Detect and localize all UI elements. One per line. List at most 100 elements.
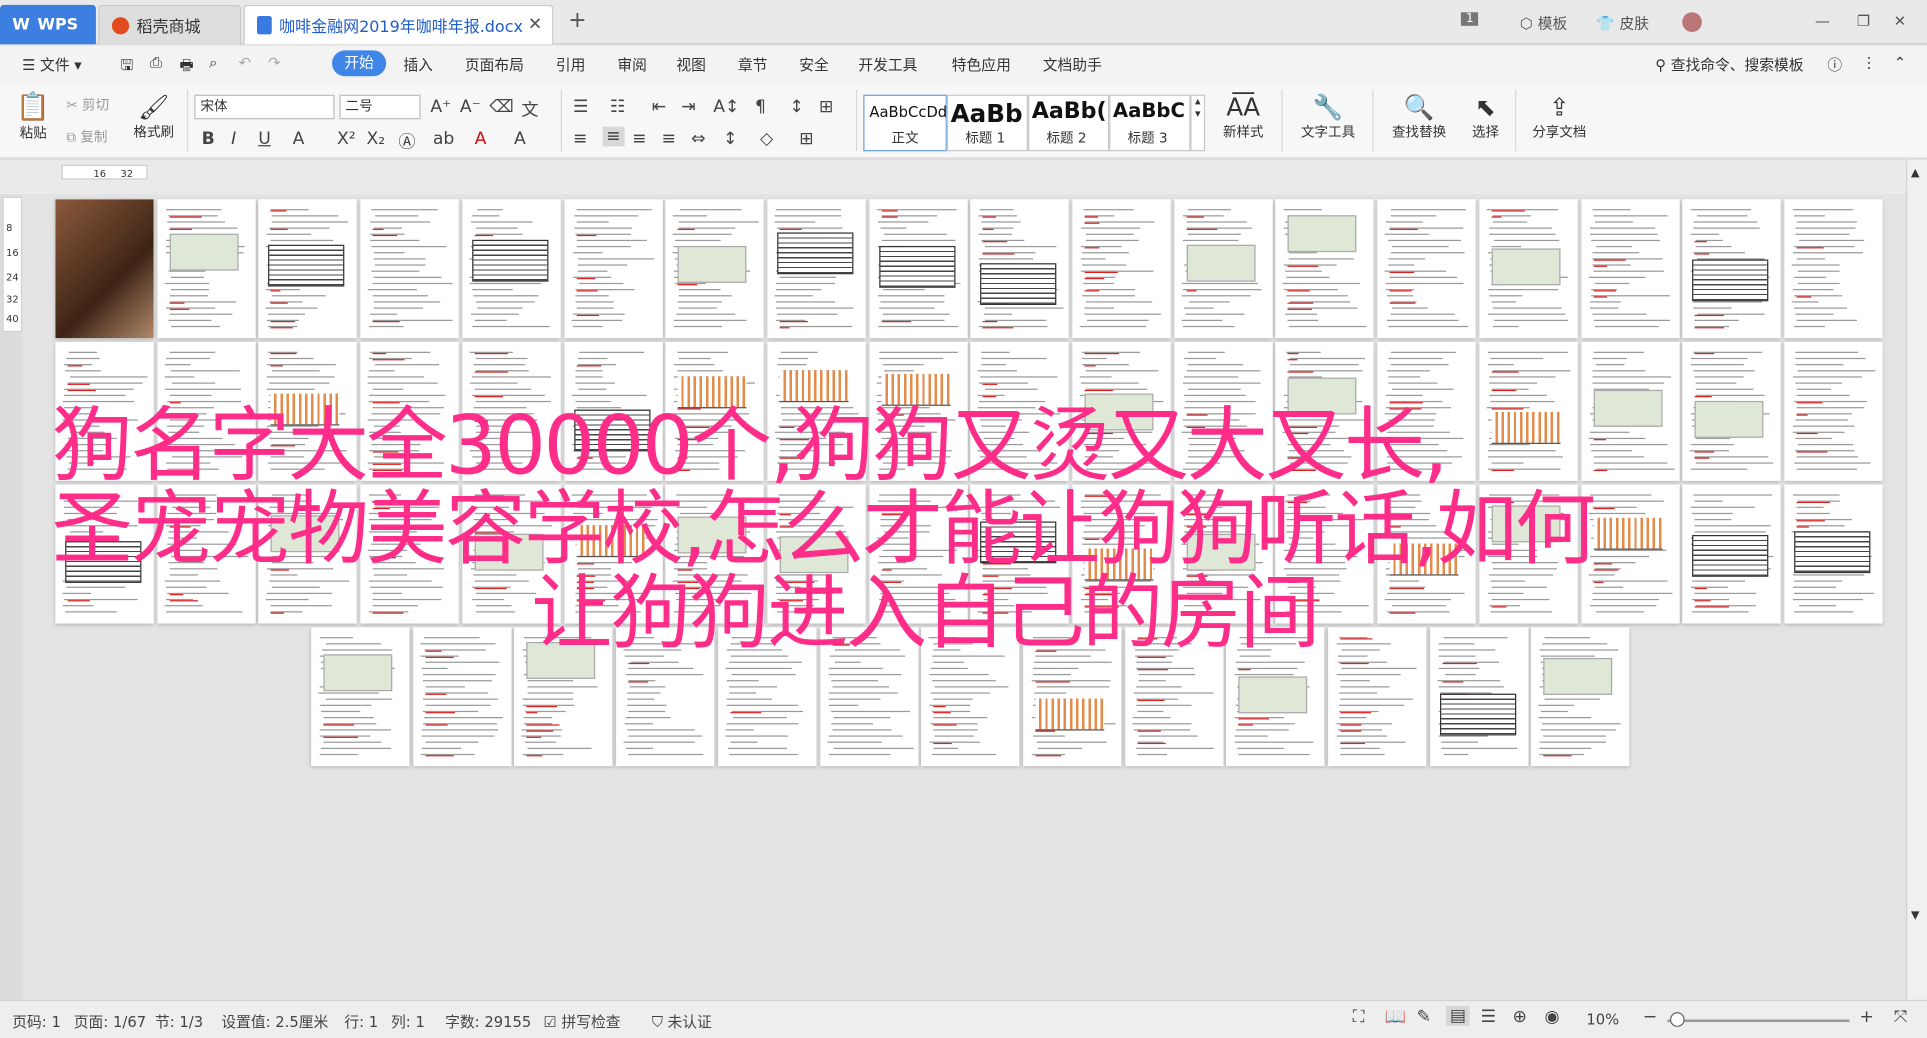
- text-line: [168, 431, 199, 433]
- spell-underline: [1694, 352, 1715, 355]
- text-line: [1591, 592, 1672, 595]
- page-view-icon[interactable]: ▤: [1446, 1006, 1470, 1026]
- page-thumbnail: [1173, 341, 1273, 481]
- web-view-icon[interactable]: ⊕: [1513, 1007, 1527, 1027]
- text-line: [1487, 456, 1563, 458]
- scroll-up-icon[interactable]: ▲: [1911, 167, 1920, 179]
- spell-underline: [982, 587, 1013, 590]
- spell-underline: [881, 414, 904, 416]
- zoom-in-icon[interactable]: +: [1859, 1007, 1873, 1027]
- spell-underline: [372, 402, 400, 404]
- text-line: [730, 655, 788, 657]
- page-thumbnail: [868, 484, 968, 624]
- text-line: [1186, 580, 1213, 582]
- text-line: [1387, 319, 1459, 321]
- spell-underline: [67, 600, 90, 602]
- status-words[interactable]: 字数: 29155: [445, 1011, 531, 1032]
- text-line: [1594, 221, 1633, 223]
- text-line: [1491, 543, 1519, 545]
- page-thumbnail: [412, 627, 512, 767]
- text-line: [1794, 307, 1847, 309]
- spell-check-button[interactable]: ☑ 拼写检查: [544, 1011, 621, 1032]
- text-line: [473, 407, 527, 409]
- status-col[interactable]: 列: 1: [391, 1011, 425, 1032]
- fit-page-icon[interactable]: ⤧: [1894, 1007, 1908, 1027]
- text-line: [626, 673, 704, 676]
- certification-status[interactable]: ⛉ 未认证: [652, 1011, 712, 1032]
- page-thumbnail: [1377, 199, 1476, 339]
- zoom-level[interactable]: 10%: [1586, 1011, 1619, 1028]
- zoom-slider[interactable]: [1667, 1019, 1850, 1023]
- status-row[interactable]: 行: 1: [344, 1011, 378, 1032]
- text-line: [1287, 506, 1327, 508]
- text-line: [1290, 462, 1349, 464]
- text-line: [1188, 443, 1216, 446]
- text-line: [571, 494, 647, 496]
- text-line: [1239, 655, 1271, 657]
- text-line: [1797, 282, 1840, 285]
- text-line: [1084, 611, 1116, 613]
- status-page[interactable]: 页面: 1/67: [74, 1011, 146, 1032]
- text-line: [1490, 357, 1544, 360]
- text-line: [882, 450, 952, 452]
- text-line: [471, 325, 550, 328]
- map-image: [677, 245, 747, 283]
- text-line: [369, 431, 402, 433]
- text-line: [1588, 574, 1614, 576]
- text-line: [828, 735, 902, 737]
- page-thumbnail: [970, 199, 1069, 339]
- bar-chart-image: [1084, 548, 1154, 581]
- reading-mode-icon[interactable]: 📖: [1385, 1007, 1406, 1027]
- text-line: [574, 295, 609, 297]
- text-line: [576, 245, 631, 248]
- text-line: [272, 494, 307, 496]
- text-line: [628, 735, 703, 737]
- text-line: [66, 456, 131, 458]
- fullscreen-icon[interactable]: ⛶: [1353, 1007, 1365, 1027]
- map-image: [1694, 400, 1764, 438]
- text-line: [1083, 519, 1139, 521]
- text-line: [1795, 419, 1849, 421]
- text-line: [985, 307, 1065, 309]
- text-line: [1289, 537, 1314, 539]
- text-line: [981, 512, 1012, 515]
- status-setting[interactable]: 设置值: 2.5厘米: [221, 1011, 328, 1032]
- status-section[interactable]: 节: 1/3: [155, 1011, 203, 1032]
- status-page-num[interactable]: 页码: 1: [12, 1011, 61, 1032]
- text-line: [878, 307, 935, 309]
- text-line: [1183, 605, 1211, 607]
- page-thumbnails: [0, 0, 1927, 1038]
- text-line: [1694, 319, 1740, 321]
- text-line: [271, 456, 305, 458]
- text-line: [1340, 680, 1370, 682]
- text-line: [271, 512, 337, 515]
- outline-view-icon[interactable]: ☰: [1481, 1007, 1496, 1027]
- eye-care-icon[interactable]: ◉: [1545, 1007, 1560, 1027]
- scroll-down-icon[interactable]: ▼: [1911, 910, 1920, 922]
- text-line: [367, 289, 417, 291]
- text-line: [626, 747, 654, 749]
- zoom-out-icon[interactable]: −: [1643, 1007, 1657, 1027]
- text-line: [1693, 227, 1760, 229]
- spell-underline: [1084, 538, 1100, 540]
- text-line: [166, 221, 225, 223]
- spell-underline: [372, 234, 398, 237]
- zoom-slider-handle[interactable]: [1669, 1012, 1685, 1027]
- text-line: [879, 443, 927, 446]
- text-line: [1385, 221, 1423, 223]
- spell-underline: [779, 457, 805, 459]
- text-line: [571, 394, 647, 397]
- spell-underline: [677, 581, 699, 583]
- write-mode-icon[interactable]: ✎: [1417, 1007, 1431, 1027]
- text-line: [371, 443, 421, 446]
- text-line: [471, 500, 547, 502]
- text-line: [1080, 500, 1152, 502]
- text-line: [726, 680, 759, 682]
- text-line: [883, 370, 914, 372]
- text-line: [1135, 661, 1172, 663]
- spell-underline: [1287, 432, 1309, 435]
- text-line: [1082, 252, 1129, 254]
- vertical-scrollbar[interactable]: ▲ ▼: [1906, 159, 1927, 1000]
- map-image: [526, 641, 596, 679]
- page-thumbnail: [1226, 627, 1325, 767]
